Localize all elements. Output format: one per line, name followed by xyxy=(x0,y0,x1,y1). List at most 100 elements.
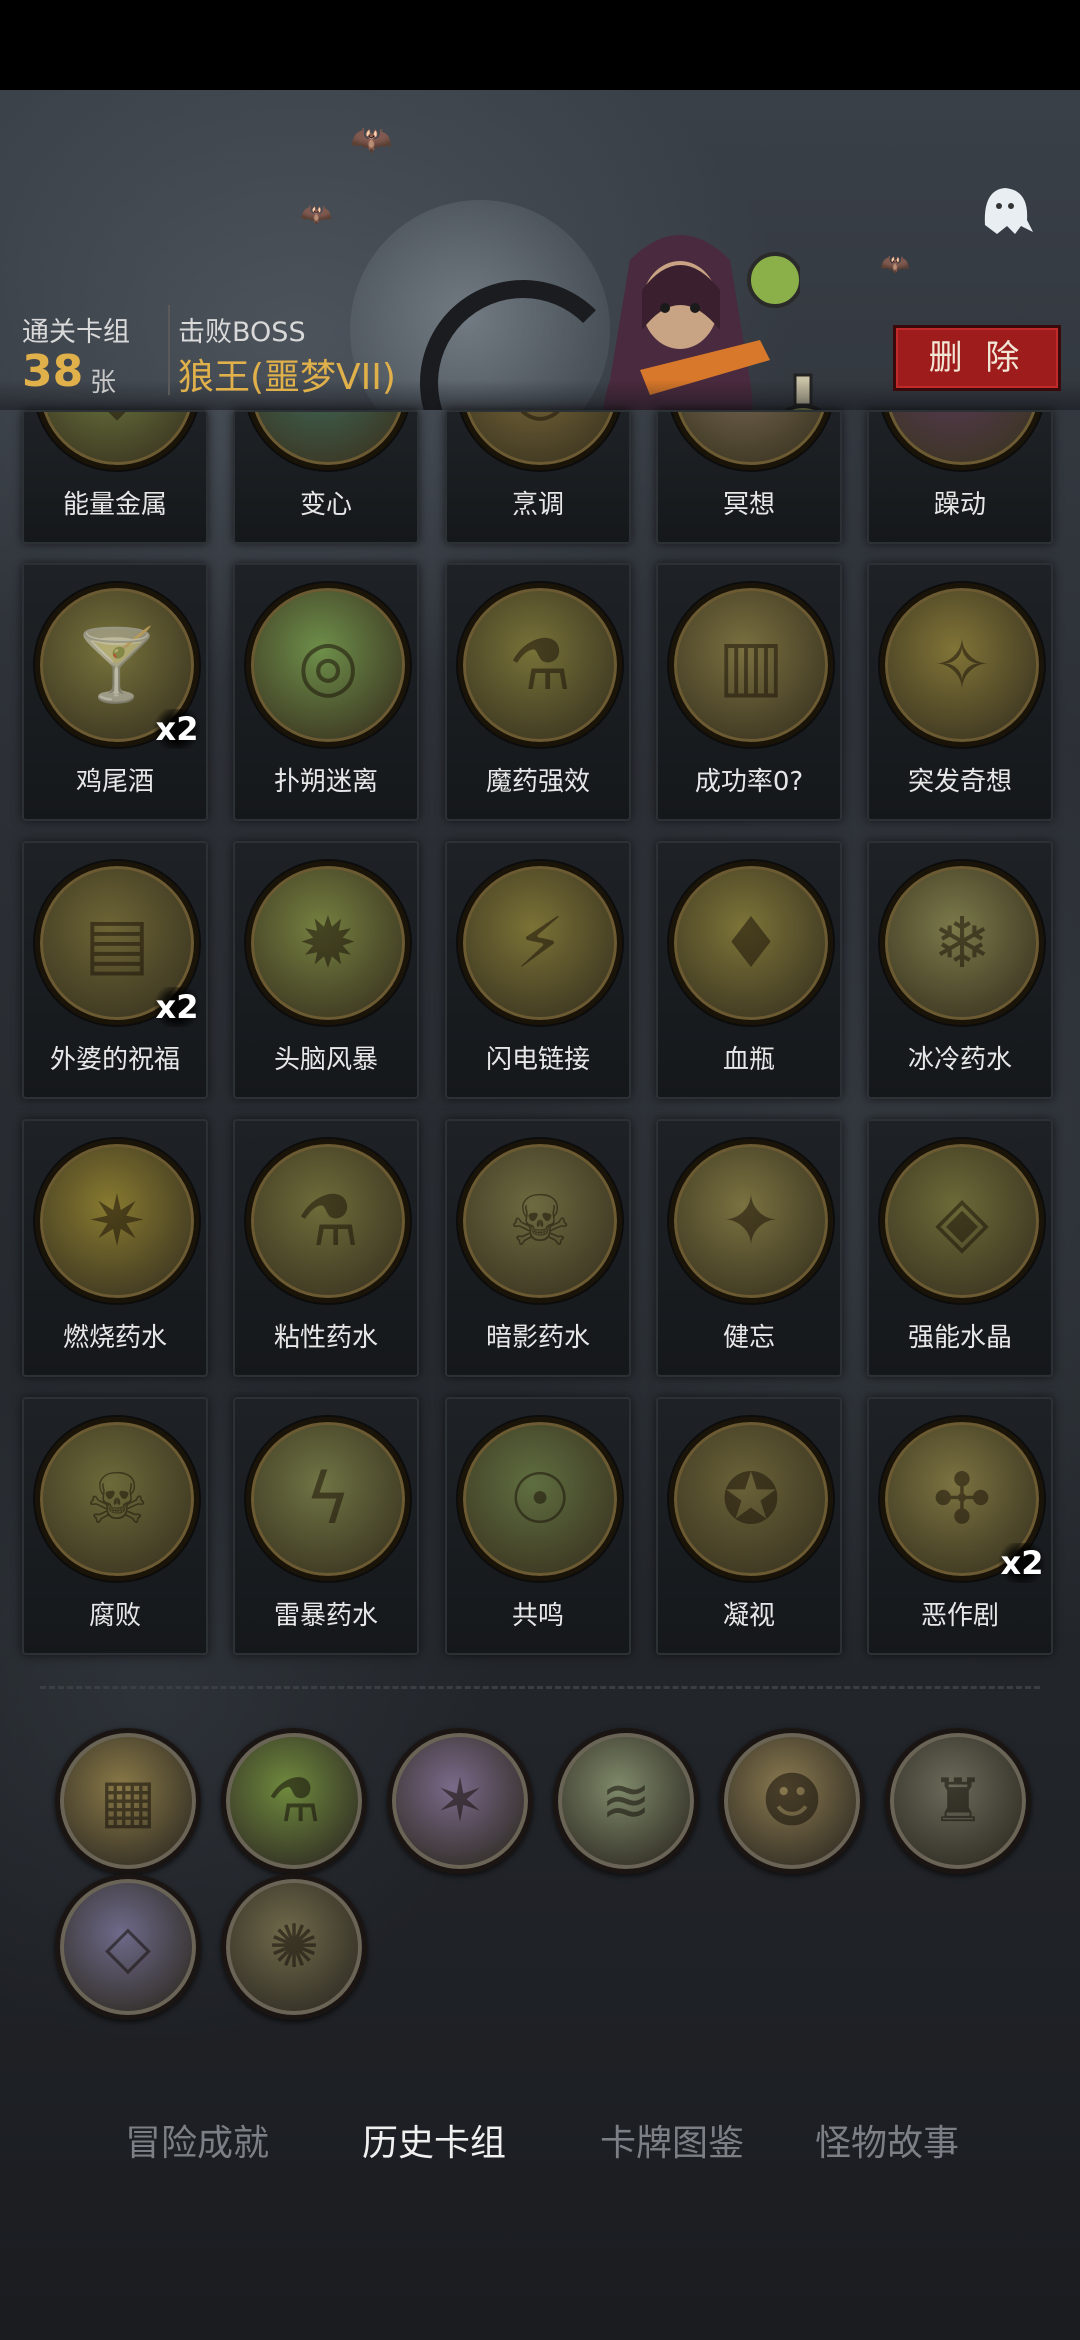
card-name: 变心 xyxy=(299,490,352,520)
card-name: 魔药强效 xyxy=(485,767,590,797)
relic-statue-icon[interactable]: ♜ xyxy=(885,1728,1031,1874)
card-item[interactable]: ▤ 外婆的祝福 x2 xyxy=(22,841,208,1099)
relic-green-potion-icon[interactable]: ⚗ xyxy=(221,1728,367,1874)
card-item[interactable]: ⚗ 魔药强效 xyxy=(445,563,631,821)
blood-vial-icon: ♦ xyxy=(669,861,833,1025)
idea-icon: ✧ xyxy=(880,583,1044,747)
card-name: 雷暴药水 xyxy=(273,1601,378,1631)
card-item[interactable]: ✣ 恶作剧 x2 xyxy=(867,1397,1053,1655)
dizzy-icon: ✦ xyxy=(669,1139,833,1303)
card-count: 38 xyxy=(22,346,84,397)
card-name: 粘性药水 xyxy=(273,1323,378,1353)
card-item[interactable]: ϟ 雷暴药水 xyxy=(233,1397,419,1655)
card-item[interactable]: ☠ 腐败 xyxy=(22,1397,208,1655)
card-item[interactable]: ◎ 扑朔迷离 xyxy=(233,563,419,821)
card-name: 冥想 xyxy=(722,490,775,520)
card-item[interactable]: ▥ 成功率0? xyxy=(656,563,842,821)
tab-card-codex[interactable]: 卡牌图鉴 xyxy=(600,2114,744,2166)
meditate-icon: ☯ xyxy=(669,412,833,470)
card-item[interactable]: ☉ 共鸣 xyxy=(445,1397,631,1655)
card-name: 闪电链接 xyxy=(485,1045,590,1075)
card-art-glyph: ✹ xyxy=(298,902,358,984)
pirate-icon: ☻ xyxy=(760,1766,824,1836)
card-count-badge: x2 xyxy=(152,987,202,1027)
card-item[interactable]: ✷ 燃烧药水 xyxy=(22,1119,208,1377)
card-name: 恶作剧 xyxy=(920,1601,999,1631)
maze-icon: ◎ xyxy=(246,583,410,747)
card-item[interactable]: ⚡ 闪电链接 xyxy=(445,841,631,1099)
card-art-glyph: ϟ xyxy=(304,1458,352,1540)
header-divider xyxy=(168,305,170,395)
card-item[interactable]: ❄ 冰冷药水 xyxy=(867,841,1053,1099)
card-item[interactable]: ✺ 躁动 xyxy=(867,410,1053,544)
card-item[interactable]: ✪ 凝视 xyxy=(656,1397,842,1655)
cards-icon: ▦ xyxy=(99,1766,157,1836)
tab-adventure-achievements[interactable]: 冒险成就 xyxy=(125,2114,269,2166)
card-art-glyph: ◉ xyxy=(463,412,617,465)
card-name: 扑朔迷离 xyxy=(273,767,378,797)
bat-icon: 🦇 xyxy=(300,200,333,230)
relic-smoke-icon[interactable]: ≋ xyxy=(553,1728,699,1874)
section-divider xyxy=(40,1686,1040,1689)
delete-button[interactable]: 删 除 xyxy=(893,325,1061,391)
card-item[interactable]: ◈ 强能水晶 xyxy=(867,1119,1053,1377)
card-name: 暗影药水 xyxy=(485,1323,590,1353)
card-name: 燃烧药水 xyxy=(62,1323,167,1353)
pot-icon: ◉ xyxy=(458,412,622,470)
card-item[interactable]: ☯ 冥想 xyxy=(656,410,842,544)
card-name: 能量金属 xyxy=(62,490,167,520)
card-item[interactable]: ✹ 头脑风暴 xyxy=(233,841,419,1099)
defeated-boss-label: 击败BOSS xyxy=(178,317,306,348)
card-art-glyph: ☉ xyxy=(508,1458,572,1540)
card-name: 成功率0? xyxy=(694,767,804,797)
tab-monster-stories[interactable]: 怪物故事 xyxy=(815,2114,959,2166)
card-art-glyph: ◎ xyxy=(297,624,359,706)
card-art-glyph: ⚡ xyxy=(515,902,565,984)
relic-unicorn-icon[interactable]: ✶ xyxy=(387,1728,533,1874)
card-item[interactable]: ✦ 健忘 xyxy=(656,1119,842,1377)
shadow-potion-icon: ☠ xyxy=(458,1139,622,1303)
crystal-vial-icon: ◇ xyxy=(104,1912,152,1982)
card-name: 外婆的祝福 xyxy=(49,1045,180,1075)
bat-icon: 🦇 xyxy=(880,250,910,278)
card-item[interactable]: ♥ 变心 xyxy=(233,410,419,544)
card-item[interactable]: ⚗ 粘性药水 xyxy=(233,1119,419,1377)
card-art-glyph: ☯ xyxy=(674,412,828,465)
card-item[interactable]: ◆ 能量金属 xyxy=(22,410,208,544)
relic-pumpkin-icon[interactable]: ✺ xyxy=(221,1874,367,2020)
card-name: 共鸣 xyxy=(511,1601,564,1631)
unicorn-icon: ✶ xyxy=(434,1766,486,1836)
ice-potion-icon: ❄ xyxy=(880,861,1044,1025)
card-name: 健忘 xyxy=(722,1323,775,1353)
card-art-glyph: ▥ xyxy=(717,624,785,706)
card-item[interactable]: ◉ 烹调 xyxy=(445,410,631,544)
tab-history-deck[interactable]: 历史卡组 xyxy=(362,2114,506,2166)
chaos-icon: ✺ xyxy=(880,412,1044,470)
card-item[interactable]: ♦ 血瓶 xyxy=(656,841,842,1099)
boss-name: 狼王(噩梦VII) xyxy=(178,357,396,398)
card-item[interactable]: ✧ 突发奇想 xyxy=(867,563,1053,821)
bat-icon: 🦇 xyxy=(350,120,393,160)
ghost-icon[interactable] xyxy=(975,180,1035,240)
card-item[interactable]: ☠ 暗影药水 xyxy=(445,1119,631,1377)
brain-icon: ✹ xyxy=(246,861,410,1025)
statue-icon: ♜ xyxy=(931,1766,985,1836)
card-name: 强能水晶 xyxy=(907,1323,1012,1353)
fire-potion-icon: ✷ xyxy=(35,1139,199,1303)
card-item[interactable]: 🍸 鸡尾酒 x2 xyxy=(22,563,208,821)
card-name: 突发奇想 xyxy=(907,767,1012,797)
shield-icon: ◆ xyxy=(35,412,199,470)
card-unit: 张 xyxy=(90,368,117,398)
card-art-glyph: ☠ xyxy=(85,1458,149,1540)
lightning-icon: ⚡ xyxy=(458,861,622,1025)
card-art-glyph: ♥ xyxy=(251,412,405,465)
card-art-glyph: ⚗ xyxy=(296,1180,360,1262)
relic-pirate-icon[interactable]: ☻ xyxy=(719,1728,865,1874)
relic-crystal-vial-icon[interactable]: ◇ xyxy=(55,1874,201,2020)
heart-icon: ♥ xyxy=(246,412,410,470)
relic-cards-icon[interactable]: ▦ xyxy=(55,1728,201,1874)
potion-icon: ⚗ xyxy=(458,583,622,747)
cleared-deck-label: 通关卡组 xyxy=(22,317,130,348)
card-name: 鸡尾酒 xyxy=(75,767,154,797)
card-name: 腐败 xyxy=(88,1601,141,1631)
